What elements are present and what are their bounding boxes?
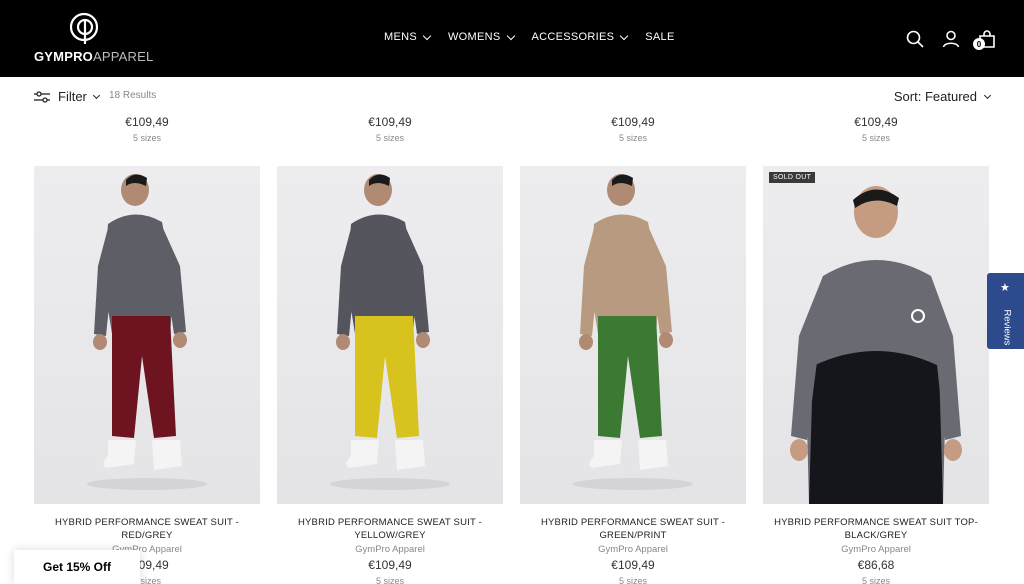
- product-info: HYBRID PERFORMANCE SWEAT SUIT - GREEN/PR…: [520, 516, 746, 584]
- logo-text-light: APPAREL: [92, 49, 154, 64]
- reviews-label: Reviews: [1001, 309, 1013, 346]
- product-image[interactable]: [34, 166, 260, 504]
- product-sizes: 5 sizes: [618, 133, 647, 143]
- product-card[interactable]: HYBRID PERFORMANCE SWEAT SUIT - YELLOW/G…: [277, 166, 503, 584]
- chevron-down-icon: [620, 31, 629, 40]
- nav-accessories-label: ACCESSORIES: [531, 31, 615, 43]
- product-price: €86,68: [857, 558, 895, 572]
- collection-toolbar: Filter 18 Results Sort: Featured: [0, 77, 1024, 117]
- model-figure: [573, 174, 693, 490]
- nav-mens-label: MENS: [384, 31, 417, 43]
- logo-text-bold: GYMPRO: [34, 49, 93, 64]
- nav-sale-label: SALE: [645, 31, 675, 43]
- model-figure: [330, 174, 450, 490]
- star-icon: ★: [1000, 282, 1010, 294]
- product-info: HYBRID PERFORMANCE SWEAT SUIT - YELLOW/G…: [277, 516, 503, 584]
- chevron-down-icon: [983, 91, 992, 99]
- product-title[interactable]: HYBRID PERFORMANCE SWEAT SUIT - RED/GREY: [34, 516, 260, 542]
- product-card[interactable]: HYBRID PERFORMANCE SWEAT SUIT - RED/GREY…: [34, 166, 260, 584]
- site-header: GYMPROAPPAREL MENS WOMENS ACCESSORIES SA…: [0, 0, 1024, 77]
- product-sizes: 5 sizes: [861, 133, 890, 143]
- logo-text: GYMPROAPPAREL: [34, 49, 153, 64]
- main-nav: MENS WOMENS ACCESSORIES SALE: [384, 31, 693, 43]
- results-count: 18 Results: [109, 90, 157, 101]
- product-sizes: 5 sizes: [618, 576, 647, 584]
- nav-accessories[interactable]: ACCESSORIES: [531, 31, 629, 43]
- product-price: €109,49: [611, 558, 655, 572]
- product-info: HYBRID PERFORMANCE SWEAT SUIT TOP- BLACK…: [763, 516, 989, 584]
- sort-select[interactable]: Sort: Featured: [893, 89, 992, 104]
- product-price: €109,49: [611, 115, 655, 129]
- product-vendor: GymPro Apparel: [841, 544, 911, 555]
- previous-row: €109,49 5 sizes €109,49 5 sizes €109,49 …: [34, 115, 990, 143]
- logo[interactable]: GYMPROAPPAREL: [34, 12, 153, 66]
- product-image[interactable]: [520, 166, 746, 504]
- discount-label: Get 15% Off: [42, 560, 111, 574]
- nav-womens[interactable]: WOMENS: [447, 31, 515, 43]
- product-card[interactable]: HYBRID PERFORMANCE SWEAT SUIT - GREEN/PR…: [520, 166, 746, 584]
- product-card[interactable]: SOLD OUT HYBRID PERFORMANCE SWEAT SUIT T…: [763, 166, 989, 584]
- product-title[interactable]: HYBRID PERFORMANCE SWEAT SUIT - YELLOW/G…: [277, 516, 503, 542]
- product-sizes: 5 sizes: [861, 576, 890, 584]
- list-item: €109,49 5 sizes: [277, 115, 503, 143]
- product-sizes: 5 sizes: [375, 133, 404, 143]
- chevron-down-icon: [506, 31, 515, 40]
- discount-button[interactable]: Get 15% Off: [14, 550, 140, 584]
- nav-womens-label: WOMENS: [447, 31, 501, 43]
- list-item: €109,49 5 sizes: [34, 115, 260, 143]
- list-item: €109,49 5 sizes: [520, 115, 746, 143]
- search-icon[interactable]: [905, 29, 925, 49]
- product-price: €109,49: [368, 115, 412, 129]
- chevron-down-icon: [422, 31, 432, 40]
- logo-mark-icon: [69, 12, 99, 44]
- product-grid: HYBRID PERFORMANCE SWEAT SUIT - RED/GREY…: [34, 166, 990, 584]
- product-vendor: GymPro Apparel: [355, 544, 425, 555]
- header-actions: 0: [905, 29, 997, 50]
- sort-label: Sort: Featured: [893, 89, 977, 104]
- filter-sliders-icon: [34, 90, 50, 103]
- model-figure: [790, 186, 962, 504]
- product-price: €109,49: [854, 115, 898, 129]
- product-price: €109,49: [125, 115, 169, 129]
- filter-label: Filter: [58, 89, 87, 104]
- nav-sale[interactable]: SALE: [645, 31, 674, 43]
- product-vendor: GymPro Apparel: [598, 544, 668, 555]
- cart-count-badge: 0: [973, 38, 985, 50]
- product-sizes: 5 sizes: [132, 133, 161, 143]
- product-title[interactable]: HYBRID PERFORMANCE SWEAT SUIT - GREEN/PR…: [520, 516, 746, 542]
- nav-mens[interactable]: MENS: [384, 31, 432, 43]
- product-title[interactable]: HYBRID PERFORMANCE SWEAT SUIT TOP- BLACK…: [763, 516, 989, 542]
- model-figure: [87, 174, 207, 490]
- sold-out-badge: SOLD OUT: [769, 172, 816, 183]
- product-price: €109,49: [368, 558, 412, 572]
- product-image[interactable]: [277, 166, 503, 504]
- product-sizes: 5 sizes: [375, 576, 404, 584]
- filter-button[interactable]: Filter: [34, 89, 100, 104]
- cart-button[interactable]: 0: [973, 29, 997, 50]
- product-image[interactable]: SOLD OUT: [763, 166, 989, 504]
- reviews-tab[interactable]: ★ Reviews: [987, 273, 1024, 349]
- account-icon[interactable]: [941, 29, 961, 49]
- chevron-down-icon: [92, 91, 100, 99]
- list-item: €109,49 5 sizes: [763, 115, 989, 143]
